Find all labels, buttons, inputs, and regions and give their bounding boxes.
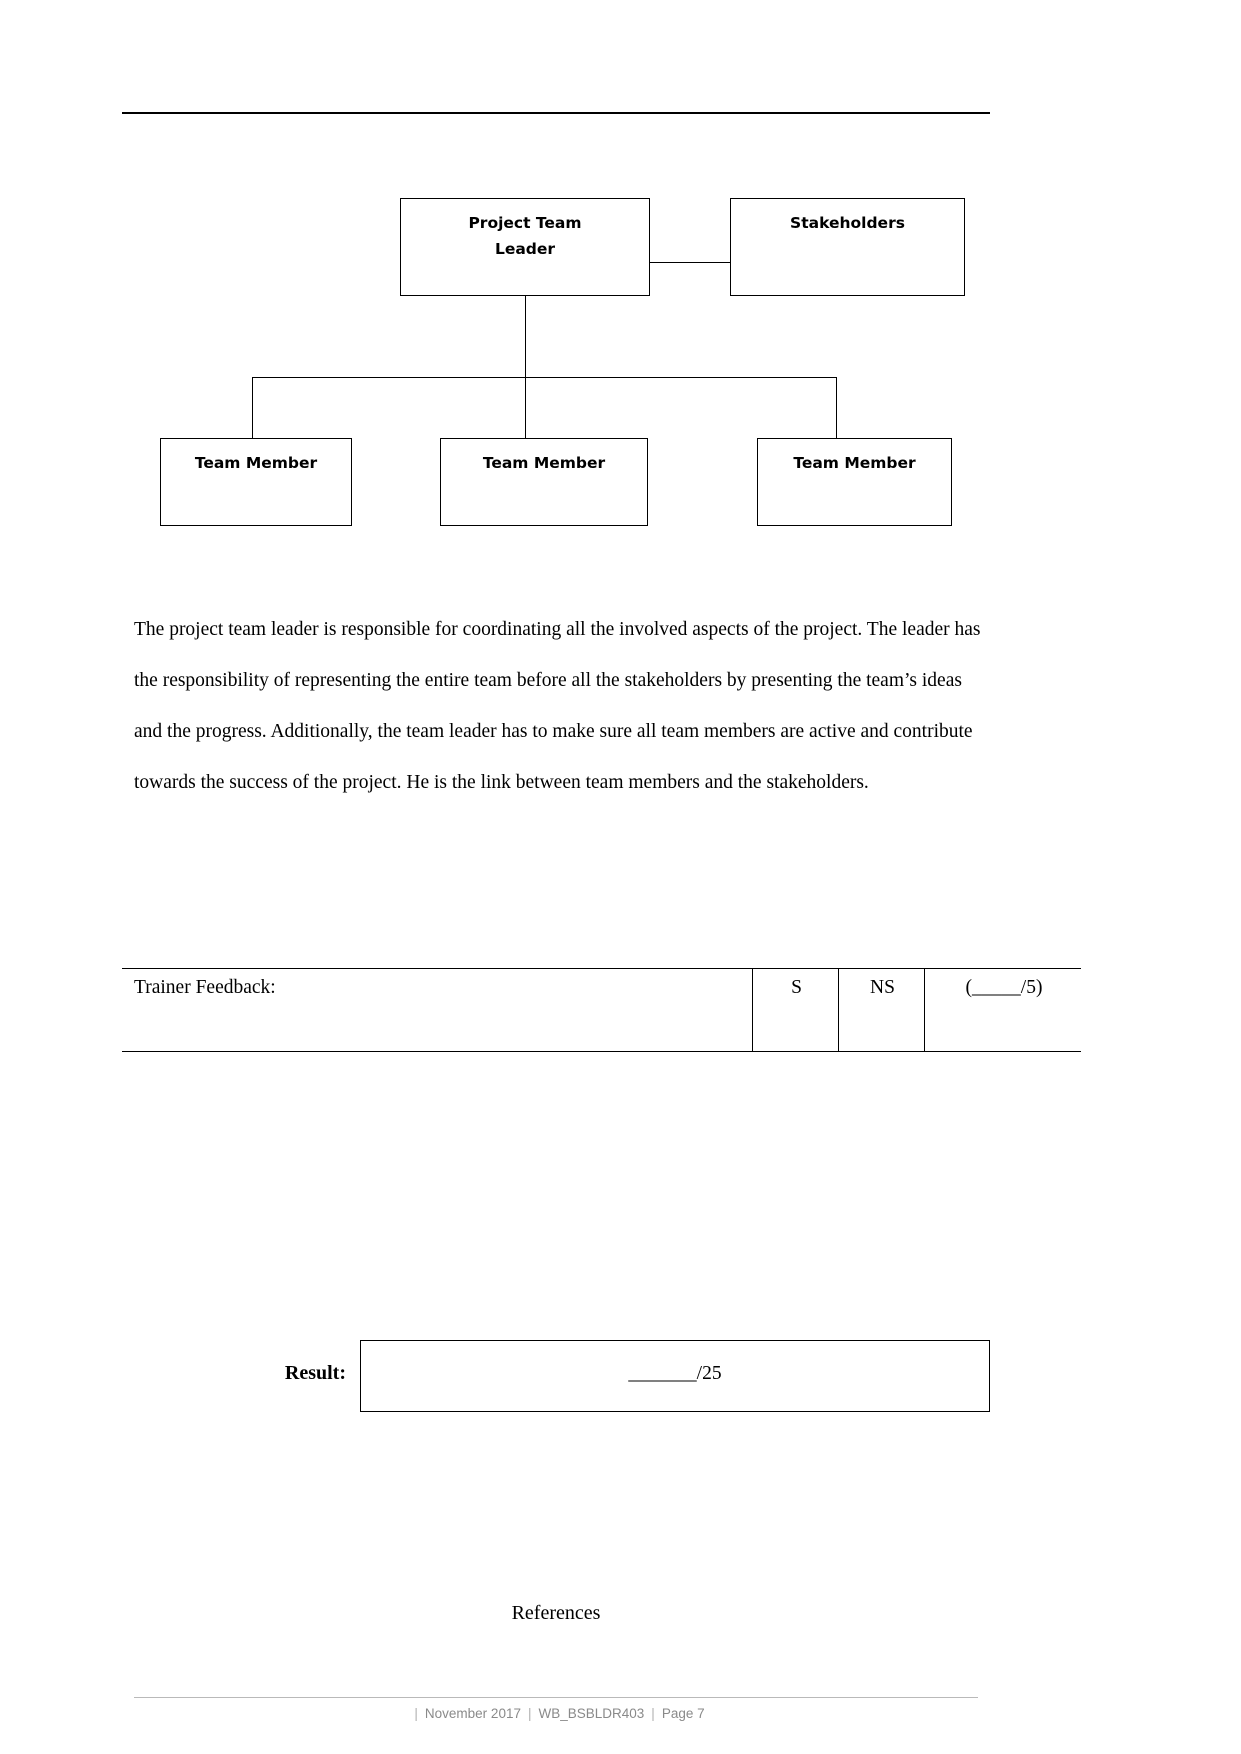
document-page: Project Team Leader Stakeholders Team Me… bbox=[0, 0, 1241, 1754]
trainer-feedback-label-cell: Trainer Feedback: bbox=[122, 968, 753, 1052]
trainer-feedback-score-cell[interactable]: (_____/5) bbox=[924, 968, 1081, 1052]
trainer-feedback-not-satisfactory-cell[interactable]: NS bbox=[838, 968, 925, 1052]
org-node-project-team-leader: Project Team Leader bbox=[400, 198, 650, 296]
org-node-leader-line-1: Project Team bbox=[468, 214, 582, 232]
org-node-team-member-1: Team Member bbox=[160, 438, 352, 526]
trainer-feedback-satisfactory-cell[interactable]: S bbox=[752, 968, 839, 1052]
org-node-member-3-label: Team Member bbox=[793, 454, 916, 472]
result-value-box[interactable]: _______/25 bbox=[360, 1340, 990, 1412]
connector-member-bus bbox=[252, 377, 837, 378]
org-node-team-member-3: Team Member bbox=[757, 438, 952, 526]
footer-separator-2: | bbox=[527, 1706, 532, 1721]
org-chart: Project Team Leader Stakeholders Team Me… bbox=[0, 0, 1241, 600]
footer-date: November 2017 bbox=[424, 1706, 521, 1721]
footer-separator-3: | bbox=[651, 1706, 655, 1721]
body-paragraph: The project team leader is responsible f… bbox=[134, 619, 981, 793]
footer-separator-1: | bbox=[414, 1706, 418, 1721]
org-node-leader-line-2: Leader bbox=[494, 239, 556, 258]
references-heading: References bbox=[511, 1602, 601, 1624]
footer-page-number: Page 7 bbox=[661, 1706, 705, 1721]
connector-drop-member-3 bbox=[836, 377, 837, 438]
footer-code: WB_BSBLDR403 bbox=[538, 1706, 645, 1721]
result-row: Result: _______/25 bbox=[122, 1340, 990, 1412]
org-node-stakeholders-label: Stakeholders bbox=[790, 214, 905, 232]
connector-leader-down bbox=[525, 296, 526, 378]
footer-rule bbox=[134, 1697, 978, 1698]
table-row: Trainer Feedback: S NS (_____/5) bbox=[122, 968, 1081, 1052]
page-footer: | November 2017 | WB_BSBLDR403 | Page 7 bbox=[122, 1706, 990, 1721]
connector-leader-to-stakeholders bbox=[650, 262, 730, 263]
connector-drop-member-1 bbox=[252, 377, 253, 438]
org-node-stakeholders: Stakeholders bbox=[730, 198, 965, 296]
org-node-member-2-label: Team Member bbox=[482, 454, 606, 472]
result-label: Result: bbox=[284, 1362, 346, 1384]
org-node-member-1-label: Team Member bbox=[194, 454, 318, 472]
connector-drop-member-2 bbox=[525, 377, 526, 438]
org-node-team-member-2: Team Member bbox=[440, 438, 648, 526]
trainer-feedback-table: Trainer Feedback: S NS (_____/5) bbox=[122, 968, 1081, 1052]
